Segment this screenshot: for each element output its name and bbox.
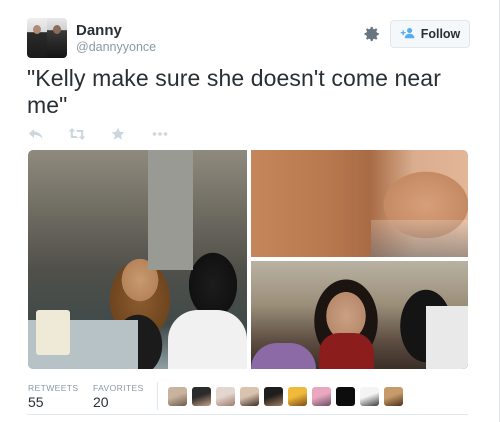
photo-main[interactable] (28, 150, 247, 369)
stats-divider (157, 382, 158, 410)
avatar[interactable] (27, 18, 67, 58)
author-handle[interactable]: @dannyyonce (76, 40, 156, 54)
photo-detail (148, 150, 193, 270)
photo-detail (36, 310, 70, 355)
gear-icon[interactable] (363, 25, 381, 43)
favoriter-avatar[interactable] (168, 387, 187, 406)
photo-detail (168, 310, 247, 369)
avatar-face (33, 25, 41, 34)
add-user-icon (400, 27, 416, 42)
media-grid (28, 150, 468, 369)
star-icon[interactable] (111, 127, 125, 143)
favoriter-avatar[interactable] (384, 387, 403, 406)
photo-detail (426, 306, 468, 369)
avatar-left-half (27, 18, 47, 58)
avatar-face (53, 25, 61, 34)
favorites-count[interactable]: 20 (93, 394, 109, 410)
bottom-divider (27, 414, 468, 415)
favoriter-avatar[interactable] (288, 387, 307, 406)
favoriter-avatar[interactable] (312, 387, 331, 406)
favoriter-avatar[interactable] (336, 387, 355, 406)
favoriter-avatar[interactable] (240, 387, 259, 406)
retweets-count[interactable]: 55 (28, 394, 44, 410)
tweet-card: Danny @dannyyonce Follow "Kelly make sur… (0, 0, 500, 422)
avatar-right-half (47, 18, 67, 58)
retweet-icon[interactable] (68, 127, 86, 143)
favorites-label: FAVORITES (93, 383, 144, 393)
photo-detail (371, 220, 468, 257)
tweet-text: "Kelly make sure she doesn't come near m… (27, 65, 441, 118)
follow-button[interactable]: Follow (390, 20, 470, 48)
favoriter-avatar[interactable] (264, 387, 283, 406)
more-dots-icon[interactable] (152, 131, 168, 147)
favoriter-avatar[interactable] (216, 387, 235, 406)
retweets-label: RETWEETS (28, 383, 79, 393)
favoriter-avatar[interactable] (360, 387, 379, 406)
photo-top-right[interactable] (251, 150, 468, 257)
reply-icon[interactable] (28, 127, 44, 143)
photo-detail (251, 343, 316, 369)
favoriters-list (168, 387, 403, 406)
favoriter-avatar[interactable] (192, 387, 211, 406)
author-name[interactable]: Danny (76, 22, 122, 39)
photo-detail (319, 333, 374, 369)
follow-label: Follow (420, 27, 461, 41)
photo-bottom-right[interactable] (251, 261, 468, 369)
